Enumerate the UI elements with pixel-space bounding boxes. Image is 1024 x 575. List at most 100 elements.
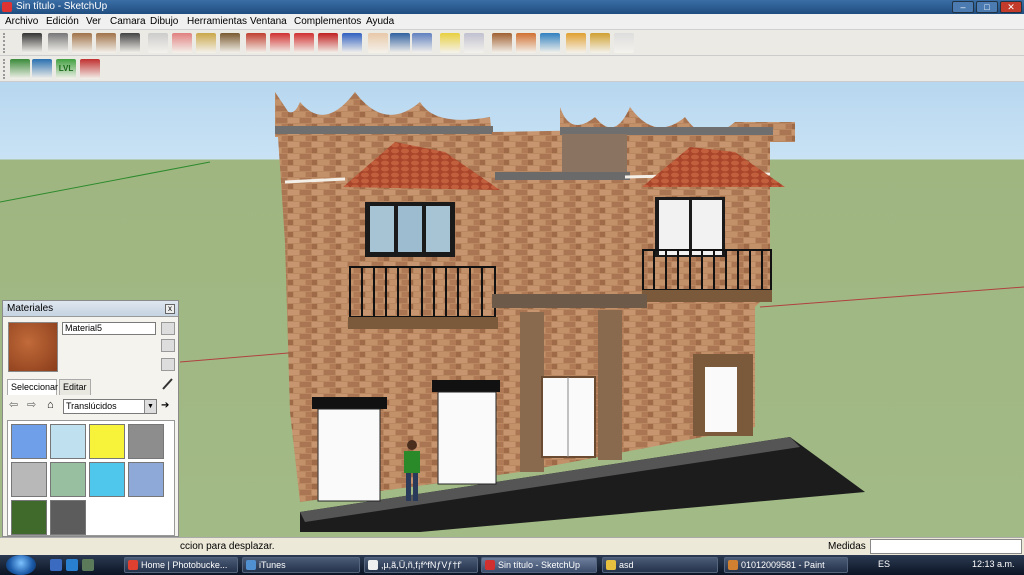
start-button[interactable] (6, 555, 36, 575)
menu-ayuda[interactable]: Ayuda (366, 16, 394, 27)
zoom-tool-icon[interactable] (390, 33, 410, 53)
rotate-tool-icon[interactable] (294, 33, 314, 53)
taskbar-button[interactable]: asd (602, 557, 718, 573)
material-swatch[interactable] (11, 500, 47, 535)
taskbar-button[interactable]: Home | Photobucke... (124, 557, 238, 573)
pencil-tool-icon[interactable] (48, 33, 68, 53)
forward-icon[interactable]: ⇨ (27, 399, 39, 413)
taskbar-button[interactable]: iTunes (242, 557, 360, 573)
right-door (705, 367, 737, 432)
add-location-tool-icon[interactable] (440, 33, 460, 53)
menu-ver[interactable]: Ver (86, 16, 101, 27)
taskbar-button-label: 01012009581 - Paint (741, 560, 825, 570)
rectangle-tool-icon[interactable] (72, 33, 92, 53)
toolbar-grip[interactable] (3, 33, 7, 53)
material-name-field[interactable]: Material5 (62, 322, 156, 335)
material-swatch[interactable] (128, 424, 164, 459)
red-axis-line (179, 351, 301, 363)
mid-cornice (495, 172, 630, 180)
close-icon[interactable]: x (165, 304, 175, 314)
right-cornice (560, 127, 773, 135)
toggle-terrain-tool-icon[interactable] (464, 33, 484, 53)
media-player-icon[interactable] (82, 559, 94, 571)
internet-explorer-icon[interactable] (66, 559, 78, 571)
close-button[interactable]: ✕ (1000, 1, 1022, 13)
toolbar-grip[interactable] (3, 59, 7, 79)
arc-tool-icon[interactable] (120, 33, 140, 53)
show-desktop-icon[interactable] (50, 559, 62, 571)
person-head (407, 440, 417, 450)
right-column (598, 310, 622, 460)
material-swatch[interactable] (11, 424, 47, 459)
system-clock[interactable]: 12:13 a.m. (972, 559, 1015, 569)
back-icon[interactable]: ⇦ (9, 399, 21, 413)
create-material-icon[interactable] (161, 322, 175, 335)
menu-complementos[interactable]: Complementos (294, 16, 361, 27)
get-components-tool-icon[interactable] (566, 33, 586, 53)
app-icon (606, 560, 616, 570)
eraser-tool-icon[interactable] (172, 33, 192, 53)
material-swatch[interactable] (50, 500, 86, 535)
taskbar-button[interactable]: 01012009581 - Paint (724, 557, 848, 573)
paint-bucket-tool-icon[interactable] (220, 33, 240, 53)
collection-select[interactable]: Translúcidos ▼ (63, 399, 157, 414)
taskbar-button[interactable]: ,µ,ã,Ü,ñ,f¡f^fNƒVƒ†f' (364, 557, 478, 573)
material-swatch[interactable] (128, 462, 164, 497)
material-preview[interactable] (8, 322, 58, 372)
maximize-button[interactable]: □ (976, 1, 998, 13)
tape-measure-tool-icon[interactable] (196, 33, 216, 53)
sandbox-tool-icon[interactable] (10, 59, 30, 79)
minimize-button[interactable]: – (952, 1, 974, 13)
tab-seleccionar[interactable]: Seleccionar (7, 379, 58, 395)
materials-panel: Materiales x Material5 Seleccionar Edita… (2, 300, 179, 537)
make-component-tool-icon[interactable] (148, 33, 168, 53)
material-swatch[interactable] (11, 462, 47, 497)
taskbar-button-label: Home | Photobucke... (141, 560, 228, 570)
share-component-tool-icon[interactable] (590, 33, 610, 53)
material-swatch[interactable] (50, 462, 86, 497)
windows-taskbar: Home | Photobucke... iTunes ,µ,ã,Ü,ñ,f¡f^f… (0, 555, 1024, 575)
language-indicator[interactable]: ES (878, 559, 890, 569)
taskbar-button[interactable]: Sin título - SketchUp (481, 557, 597, 573)
menu-camara[interactable]: Camara (110, 16, 146, 27)
collection-value: Translúcidos (66, 401, 117, 411)
zoom-extents-tool-icon[interactable] (412, 33, 432, 53)
share-model-tool-icon[interactable] (516, 33, 536, 53)
location-tool-icon[interactable] (32, 59, 52, 79)
default-material-icon[interactable] (161, 339, 175, 352)
offset-tool-icon[interactable] (318, 33, 338, 53)
material-swatch[interactable] (89, 424, 125, 459)
orbit-tool-icon[interactable] (342, 33, 362, 53)
measurements-input[interactable] (870, 539, 1022, 554)
google-earth-tool-icon[interactable] (540, 33, 560, 53)
taskbar-button-label: asd (619, 560, 634, 570)
material-swatch[interactable] (50, 424, 86, 459)
menu-dibujo[interactable]: Dibujo (150, 16, 178, 27)
details-arrow-icon[interactable]: ➔ (161, 399, 173, 413)
chevron-down-icon[interactable]: ▼ (144, 400, 156, 413)
home-icon[interactable]: ⌂ (47, 399, 61, 413)
level-tool-icon[interactable]: LVL (56, 59, 76, 79)
status-bar: ccion para desplazar. Medidas (0, 537, 1024, 555)
material-triangle-icon[interactable] (161, 358, 175, 371)
material-swatch-grid (7, 420, 175, 536)
materials-title-bar[interactable]: Materiales x (3, 301, 178, 317)
3d-warehouse-tool-icon[interactable] (614, 33, 634, 53)
push-pull-tool-icon[interactable] (246, 33, 266, 53)
menu-herramientas[interactable]: Herramientas (187, 16, 247, 27)
move-tool-icon[interactable] (270, 33, 290, 53)
menu-ventana[interactable]: Ventana (250, 16, 287, 27)
menu-archivo[interactable]: Archivo (5, 16, 38, 27)
tab-editar[interactable]: Editar (59, 379, 91, 395)
person-shirt (404, 451, 420, 473)
pan-tool-icon[interactable] (368, 33, 388, 53)
title-bar: Sin título - SketchUp – □ ✕ (0, 0, 1024, 14)
ground-window-left (317, 408, 381, 502)
section-tool-icon[interactable] (80, 59, 100, 79)
material-swatch[interactable] (89, 462, 125, 497)
select-tool-icon[interactable] (22, 33, 42, 53)
get-models-tool-icon[interactable] (492, 33, 512, 53)
eyedropper-icon[interactable] (161, 377, 175, 390)
menu-edicion[interactable]: Edición (46, 16, 79, 27)
circle-tool-icon[interactable] (96, 33, 116, 53)
